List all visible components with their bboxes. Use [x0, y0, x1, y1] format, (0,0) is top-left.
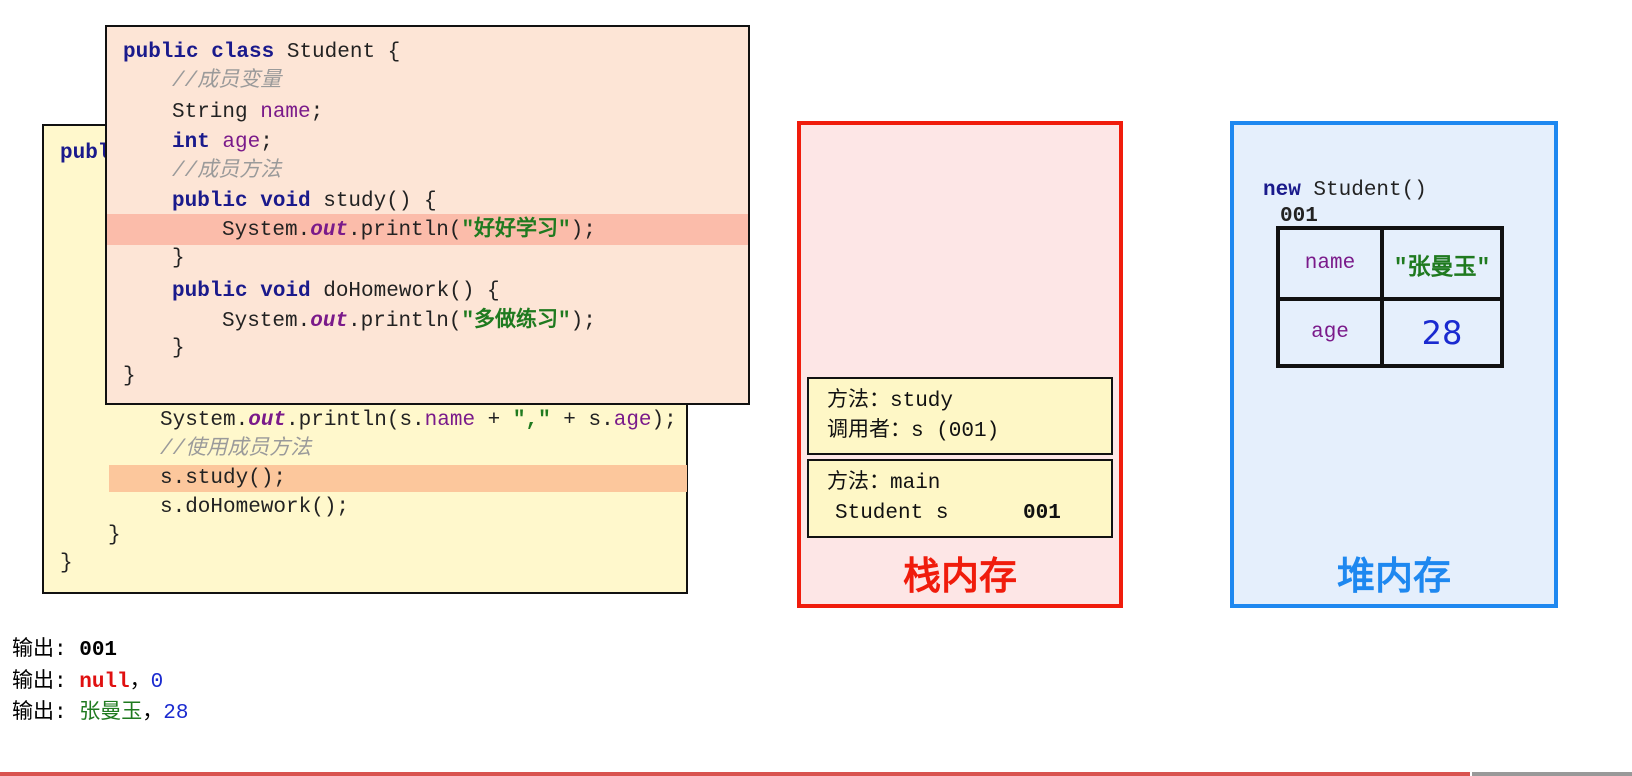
- stack-memory: 方法：study 调用者：s (001) 方法：main Student s 00…: [797, 121, 1123, 608]
- heap-memory: new Student() 001 name "张曼玉" age 28 堆内存: [1230, 121, 1558, 608]
- code-study-body: System.out.println("好好学习");: [222, 219, 596, 242]
- stack-frame-study: 方法：study 调用者：s (001): [807, 377, 1113, 455]
- student-class-panel: public class Student { //成员变量 String nam…: [105, 25, 750, 405]
- field-name-value: "张曼玉": [1393, 254, 1491, 281]
- code-field-name: String name;: [172, 101, 324, 124]
- field-age-value: 28: [1421, 313, 1463, 352]
- code-line-homework-call: s.doHomework();: [160, 496, 350, 519]
- code-line-println: System.out.println(s.name + "," + s.age)…: [160, 409, 677, 432]
- frame-method: 方法：study: [827, 390, 954, 413]
- field-age-label: age: [1311, 321, 1349, 344]
- code-brace: }: [123, 365, 136, 388]
- code-brace: }: [108, 524, 121, 547]
- code-comment: //成员变量: [172, 70, 282, 93]
- code-line: publ: [60, 142, 111, 165]
- code-brace: }: [172, 247, 185, 270]
- object-table: name "张曼玉" age 28: [1276, 226, 1504, 368]
- code-brace: }: [60, 552, 73, 575]
- code-brace: }: [172, 337, 185, 360]
- field-name-label: name: [1304, 252, 1356, 275]
- code-comment: //使用成员方法: [160, 438, 312, 461]
- frame-method: 方法：main: [827, 472, 941, 495]
- new-expression: new Student(): [1263, 179, 1427, 202]
- code-comment: //成员方法: [172, 160, 282, 183]
- output-line-3: 输出: 张曼玉，28: [12, 702, 189, 725]
- heap-label: 堆内存: [1336, 554, 1451, 598]
- video-progress-remaining[interactable]: [1472, 772, 1632, 776]
- frame-variable: Student s 001: [827, 499, 1111, 529]
- output-line-1: 输出: 001: [12, 639, 118, 662]
- code-field-age: int age;: [172, 131, 273, 154]
- code-homework-body: System.out.println("多做练习");: [222, 310, 596, 333]
- code-homework-sig: public void doHomework() {: [172, 280, 500, 303]
- stack-frame-main: 方法：main Student s 001: [807, 459, 1113, 538]
- video-progress-bar[interactable]: [0, 772, 1470, 776]
- frame-caller: 调用者：s (001): [827, 420, 1000, 443]
- variable-address: 001: [1023, 502, 1061, 525]
- stack-label: 栈内存: [902, 554, 1017, 598]
- code-class-decl: public class Student {: [123, 41, 401, 64]
- code-line-study-call: s.study();: [160, 467, 287, 490]
- code-study-sig: public void study() {: [172, 190, 437, 213]
- output-line-2: 输出: null，0: [12, 671, 164, 694]
